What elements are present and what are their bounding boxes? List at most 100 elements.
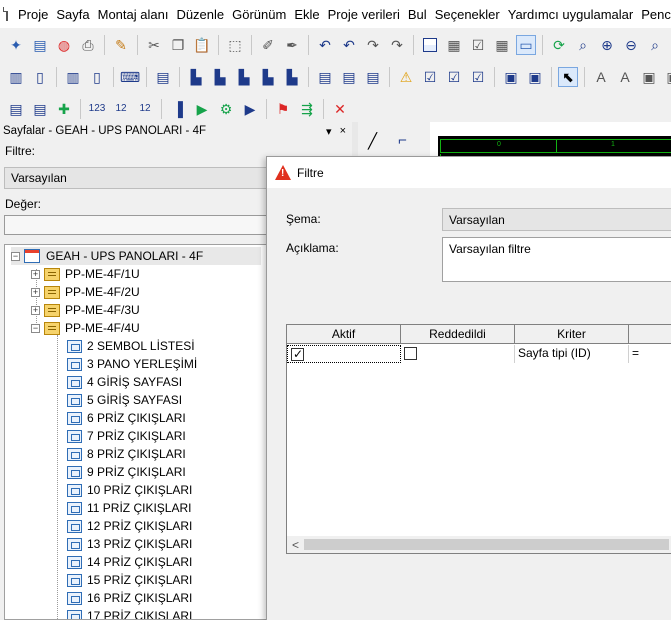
cell-criterion[interactable]: Sayfa tipi (ID) xyxy=(515,345,629,363)
revision-3-button[interactable]: ⚙ xyxy=(216,99,236,119)
menu-pencere[interactable]: Pencere xyxy=(637,7,671,22)
tree-page[interactable]: 2 SEMBOL LİSTESİ xyxy=(67,337,195,355)
line-tool-icon[interactable]: ╱ xyxy=(368,132,377,150)
menu-sayfa[interactable]: Sayfa xyxy=(52,7,93,22)
tree-page[interactable]: 5 GİRİŞ SAYFASI xyxy=(67,391,182,409)
table-row[interactable]: Sayfa tipi (ID) = xyxy=(287,345,671,363)
tree-page[interactable]: 6 PRİZ ÇIKIŞLARI xyxy=(67,409,186,427)
pin-icon[interactable]: ▾ xyxy=(326,125,332,138)
tree-root[interactable]: − GEAH - UPS PANOLARI - 4F xyxy=(11,247,261,265)
tree-page[interactable]: 15 PRİZ ÇIKIŞLARI xyxy=(67,571,192,589)
column-header-kriter[interactable]: Kriter xyxy=(515,325,629,344)
menu-gorunum[interactable]: Görünüm xyxy=(228,7,290,22)
column-header-aktif[interactable]: Aktif xyxy=(287,325,401,344)
connect-4-button[interactable]: ▙ xyxy=(258,67,278,87)
nav-1-button[interactable]: ▤ xyxy=(6,99,26,119)
revision-1-button[interactable]: ▐ xyxy=(168,99,188,119)
column-header-operator[interactable]: O xyxy=(629,325,671,344)
menu-proje[interactable]: Proje xyxy=(14,7,52,22)
active-checkbox[interactable] xyxy=(291,346,304,363)
paste-button[interactable]: 📋 xyxy=(192,35,212,55)
polyline-tool-icon[interactable]: ⌐ xyxy=(398,132,407,149)
tree-location[interactable]: + PP-ME-4F/3U xyxy=(31,301,140,319)
menu-yardimci-uygulamalar[interactable]: Yardımcı uygulamalar xyxy=(504,7,637,22)
menu-secenekler[interactable]: Seçenekler xyxy=(431,7,504,22)
close-icon[interactable]: × xyxy=(340,125,346,138)
view-grid-button[interactable] xyxy=(420,35,440,55)
terminal-button[interactable]: ▤ xyxy=(153,67,173,87)
macro-2-button[interactable]: ▣ xyxy=(525,67,545,87)
tree-location[interactable]: + PP-ME-4F/1U xyxy=(31,265,140,283)
zoom-out-button[interactable]: ⊖ xyxy=(621,35,641,55)
zoom-100-button[interactable]: ⌕ xyxy=(645,35,665,55)
draw-pen-button[interactable]: ✒ xyxy=(282,35,302,55)
menu-duzenle[interactable]: Düzenle xyxy=(172,7,228,22)
redo-list-button[interactable]: ↷ xyxy=(387,35,407,55)
report-1-button[interactable]: ▤ xyxy=(315,67,335,87)
settings-wrench-button[interactable]: ✎ xyxy=(111,35,131,55)
cell-active[interactable] xyxy=(287,345,401,363)
tree-location[interactable]: − PP-ME-4F/4U xyxy=(31,319,140,337)
refresh-button[interactable]: ⟳ xyxy=(549,35,569,55)
tree-page[interactable]: 14 PRİZ ÇIKIŞLARI xyxy=(67,553,192,571)
schema-select[interactable]: Varsayılan xyxy=(442,208,671,231)
cell-operator[interactable]: = xyxy=(629,345,671,363)
zoom-window-button[interactable]: ⌕ xyxy=(573,35,593,55)
frame-button[interactable]: ▣ xyxy=(639,67,659,87)
connect-2-button[interactable]: ▙ xyxy=(210,67,230,87)
report-3-button[interactable]: ▤ xyxy=(363,67,383,87)
numbering-3-button[interactable]: 12 xyxy=(135,99,155,119)
tree-page[interactable]: 10 PRİZ ÇIKIŞLARI xyxy=(67,481,192,499)
scroll-thumb[interactable] xyxy=(304,539,669,550)
nav-2-button[interactable]: ▤ xyxy=(30,99,50,119)
copy-button[interactable]: ❐ xyxy=(168,35,188,55)
check-list-3-button[interactable]: ☑ xyxy=(468,67,488,87)
menu-ekle[interactable]: Ekle xyxy=(290,7,323,22)
cell-rejected[interactable] xyxy=(401,345,515,363)
tree-page[interactable]: 13 PRİZ ÇIKIŞLARI xyxy=(67,535,192,553)
warning-button[interactable]: ⚠ xyxy=(396,67,416,87)
expand-icon[interactable]: + xyxy=(31,287,40,297)
collapse-icon[interactable]: − xyxy=(11,251,20,261)
tree-page[interactable]: 11 PRİZ ÇIKIŞLARI xyxy=(67,499,191,517)
revision-2-button[interactable]: ▶ xyxy=(192,99,212,119)
check-list-2-button[interactable]: ☑ xyxy=(444,67,464,87)
connect-5-button[interactable]: ▙ xyxy=(282,67,302,87)
select-area-button[interactable]: ⬚ xyxy=(225,35,245,55)
expand-icon[interactable]: + xyxy=(31,269,40,279)
macro-1-button[interactable]: ▣ xyxy=(501,67,521,87)
tree-page[interactable]: 7 PRİZ ÇIKIŞLARI xyxy=(67,427,186,445)
table-button[interactable]: ▦ xyxy=(492,35,512,55)
page-tool-2-button[interactable]: ▯ xyxy=(30,67,50,87)
plugin-button[interactable]: ✚ xyxy=(54,99,74,119)
tree-page[interactable]: 17 PRİZ ÇIKIŞLARI xyxy=(67,607,192,619)
grid-horizontal-scrollbar[interactable]: < xyxy=(287,536,671,553)
check-list-button[interactable]: ☑ xyxy=(420,67,440,87)
collapse-icon[interactable]: − xyxy=(31,323,40,333)
text-rotate-button[interactable]: A xyxy=(615,67,635,87)
menu-proje-verileri[interactable]: Proje verileri xyxy=(324,7,404,22)
flag-button[interactable]: ⚑ xyxy=(273,99,293,119)
view-layout-button[interactable]: ▦ xyxy=(444,35,464,55)
keyboard-button[interactable]: ⌨ xyxy=(120,67,140,87)
navigate-button[interactable]: ⇶ xyxy=(297,99,317,119)
close-project-button[interactable]: ◍ xyxy=(54,35,74,55)
new-project-button[interactable]: ✦ xyxy=(6,35,26,55)
connect-3-button[interactable]: ▙ xyxy=(234,67,254,87)
tree-page[interactable]: 4 GİRİŞ SAYFASI xyxy=(67,373,182,391)
delete-button[interactable]: ✕ xyxy=(330,99,350,119)
numbering-2-button[interactable]: 12 xyxy=(111,99,131,119)
expand-icon[interactable]: + xyxy=(31,305,40,315)
tree-page[interactable]: 12 PRİZ ÇIKIŞLARI xyxy=(67,517,192,535)
connect-1-button[interactable]: ▙ xyxy=(186,67,206,87)
monitor-view-button[interactable]: ▭ xyxy=(516,35,536,55)
redo-button[interactable]: ↷ xyxy=(363,35,383,55)
numbering-1-button[interactable]: 123 xyxy=(87,99,107,119)
open-project-button[interactable]: ▤ xyxy=(30,35,50,55)
scroll-left-icon[interactable]: < xyxy=(287,538,304,552)
text-tool-button[interactable]: A xyxy=(591,67,611,87)
description-field[interactable]: Varsayılan filtre xyxy=(442,237,671,282)
tree-page[interactable]: 16 PRİZ ÇIKIŞLARI xyxy=(67,589,192,607)
device-tool-1-button[interactable]: ▥ xyxy=(63,67,83,87)
report-2-button[interactable]: ▤ xyxy=(339,67,359,87)
